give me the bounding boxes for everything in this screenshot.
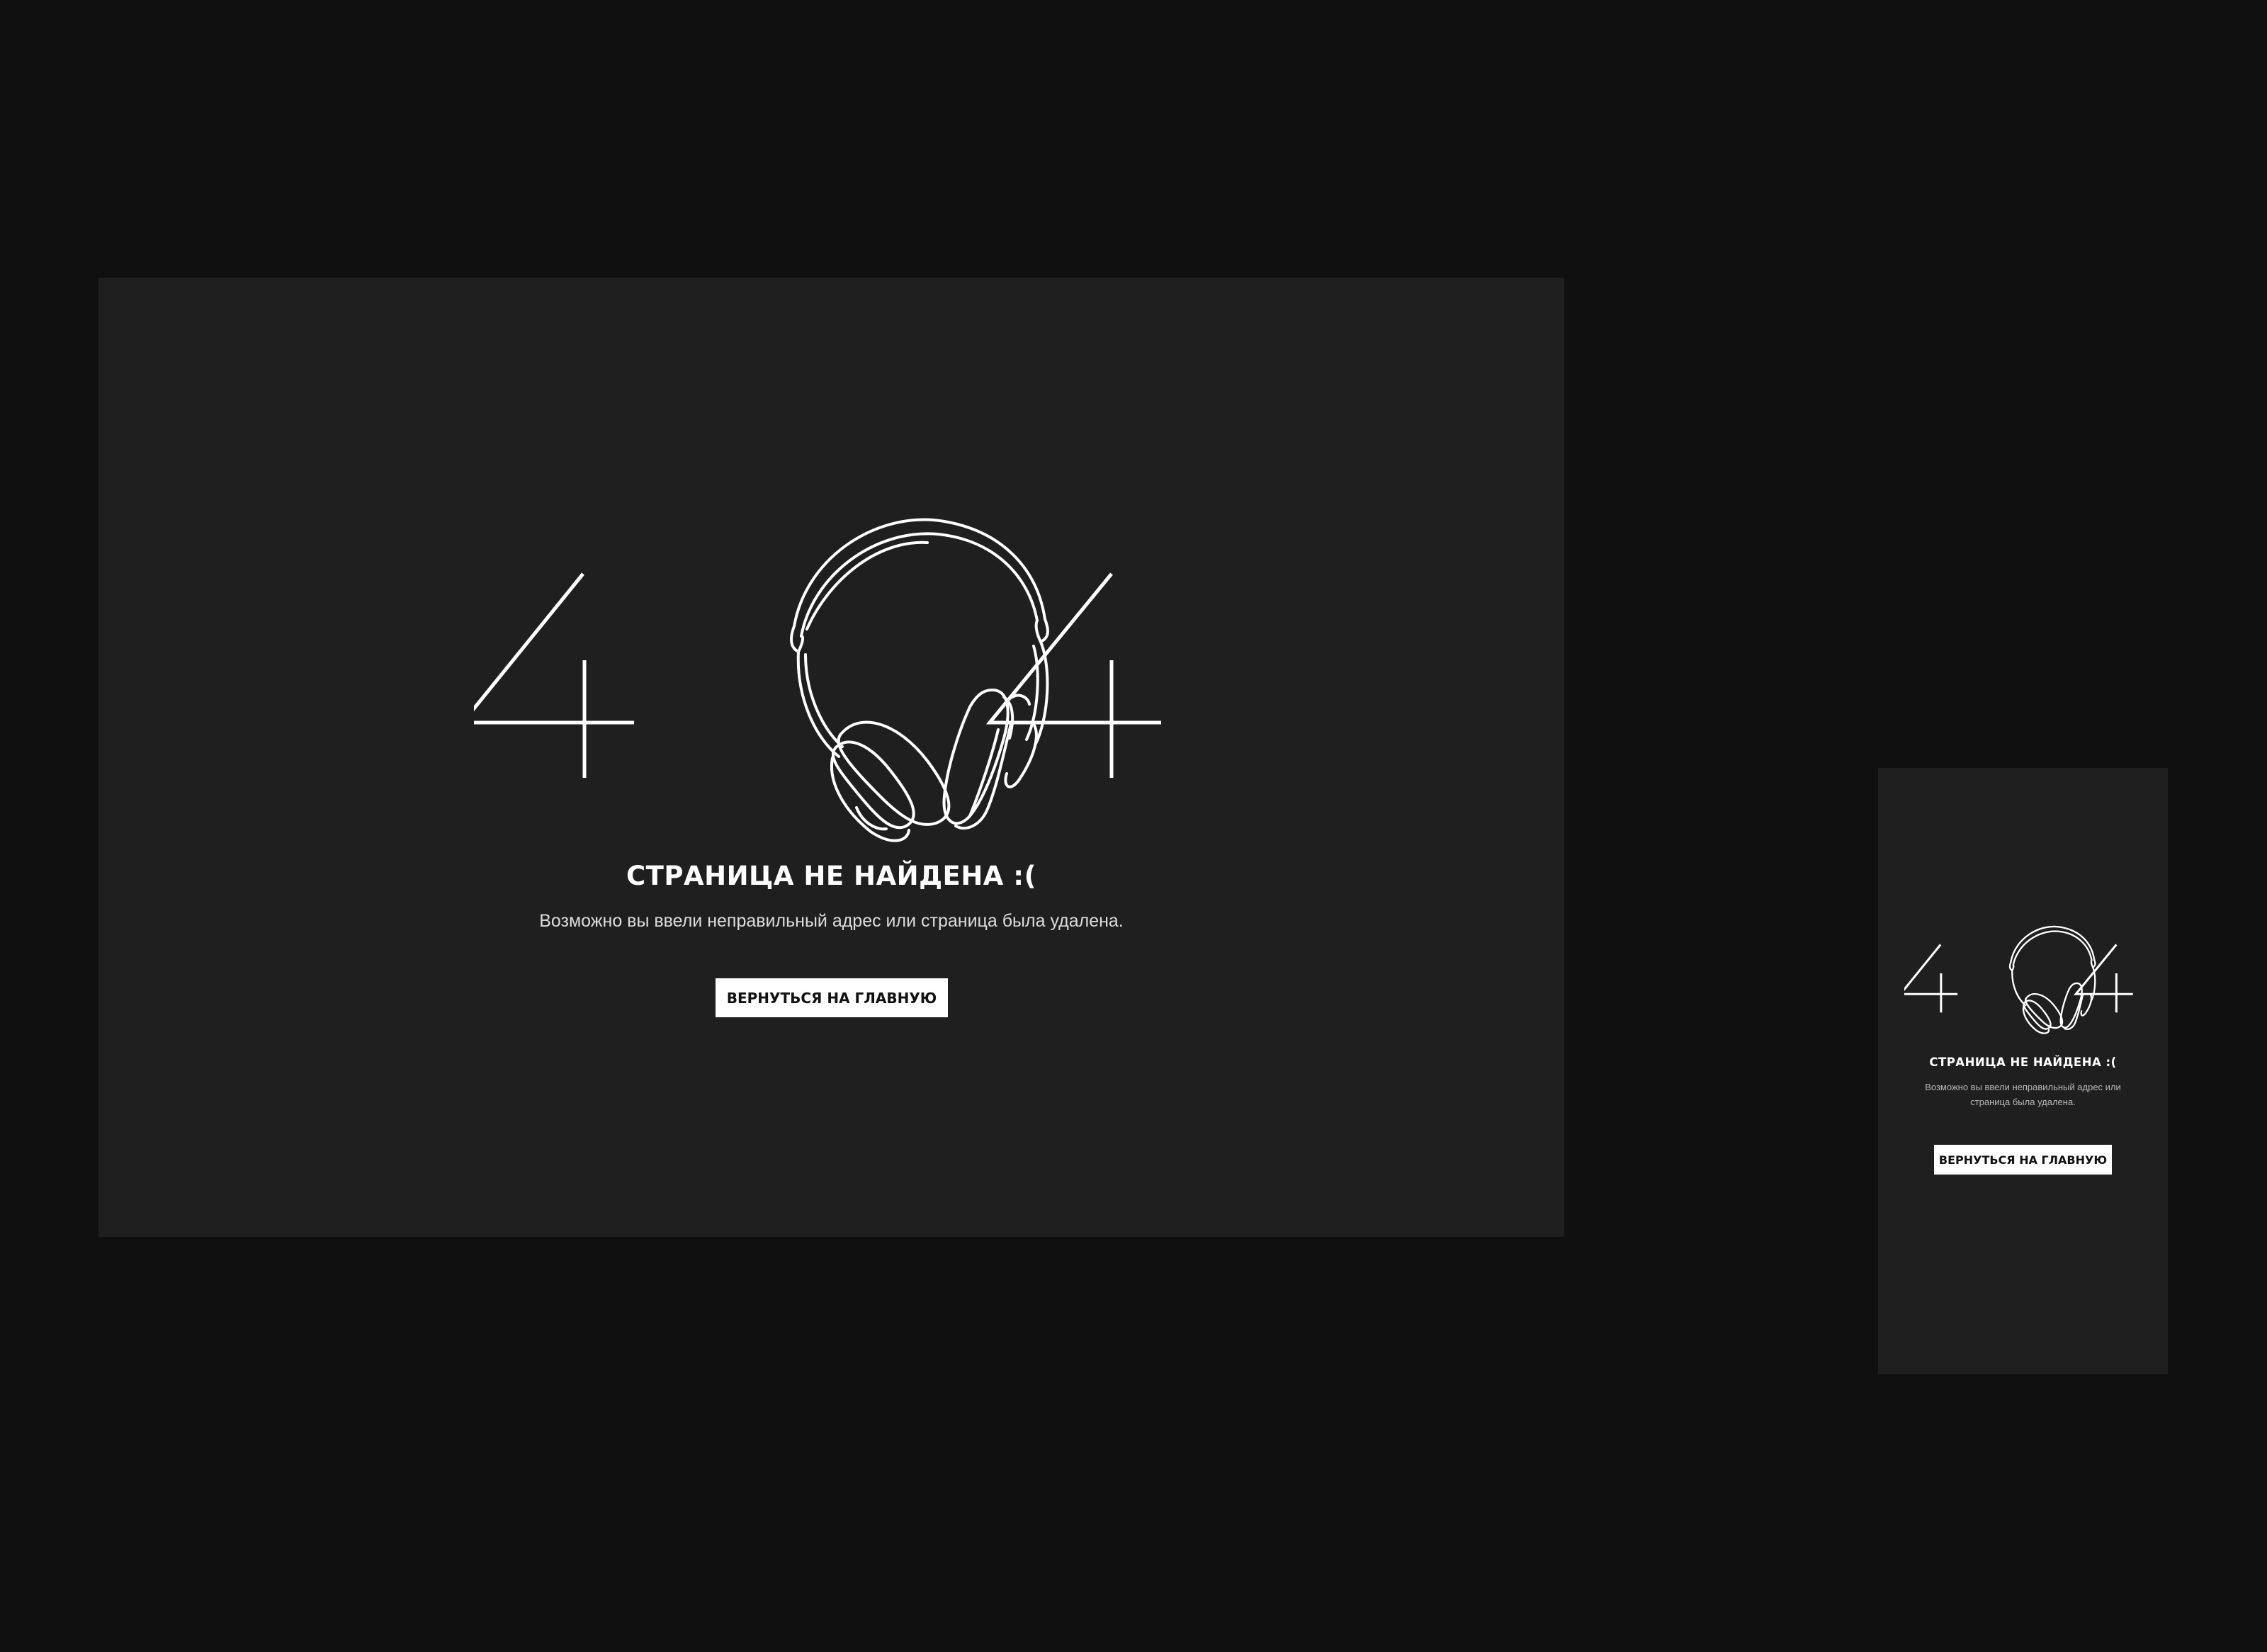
page-subtitle: Возможно вы ввели неправильный адрес или…: [1925, 1082, 2121, 1107]
presentation-canvas: СТРАНИЦА НЕ НАЙДЕНА :( Возможно вы ввели…: [0, 0, 2267, 1652]
back-to-home-button[interactable]: ВЕРНУТЬСЯ НА ГЛАВНУЮ: [716, 978, 948, 1017]
digit-four-left: [1904, 944, 1958, 1013]
desktop-404-page: СТРАНИЦА НЕ НАЙДЕНА :( Возможно вы ввели…: [98, 278, 1564, 1237]
headphones-icon: [2008, 925, 2096, 1034]
digit-four-right: [2074, 944, 2133, 1013]
page-subtitle: Возможно вы ввели неправильный адрес или…: [539, 911, 1124, 931]
mobile-404-page: СТРАНИЦА НЕ НАЙДЕНА :( Возможно вы ввели…: [1878, 768, 2168, 1374]
page-title: СТРАНИЦА НЕ НАЙДЕНА :(: [1929, 1056, 2117, 1069]
digit-four-left: [474, 572, 634, 778]
page-title: СТРАНИЦА НЕ НАЙДЕНА :(: [626, 861, 1037, 891]
digit-four-right: [985, 572, 1161, 778]
headphones-icon: [790, 518, 1049, 842]
back-to-home-button[interactable]: ВЕРНУТЬСЯ НА ГЛАВНУЮ: [1934, 1145, 2112, 1175]
